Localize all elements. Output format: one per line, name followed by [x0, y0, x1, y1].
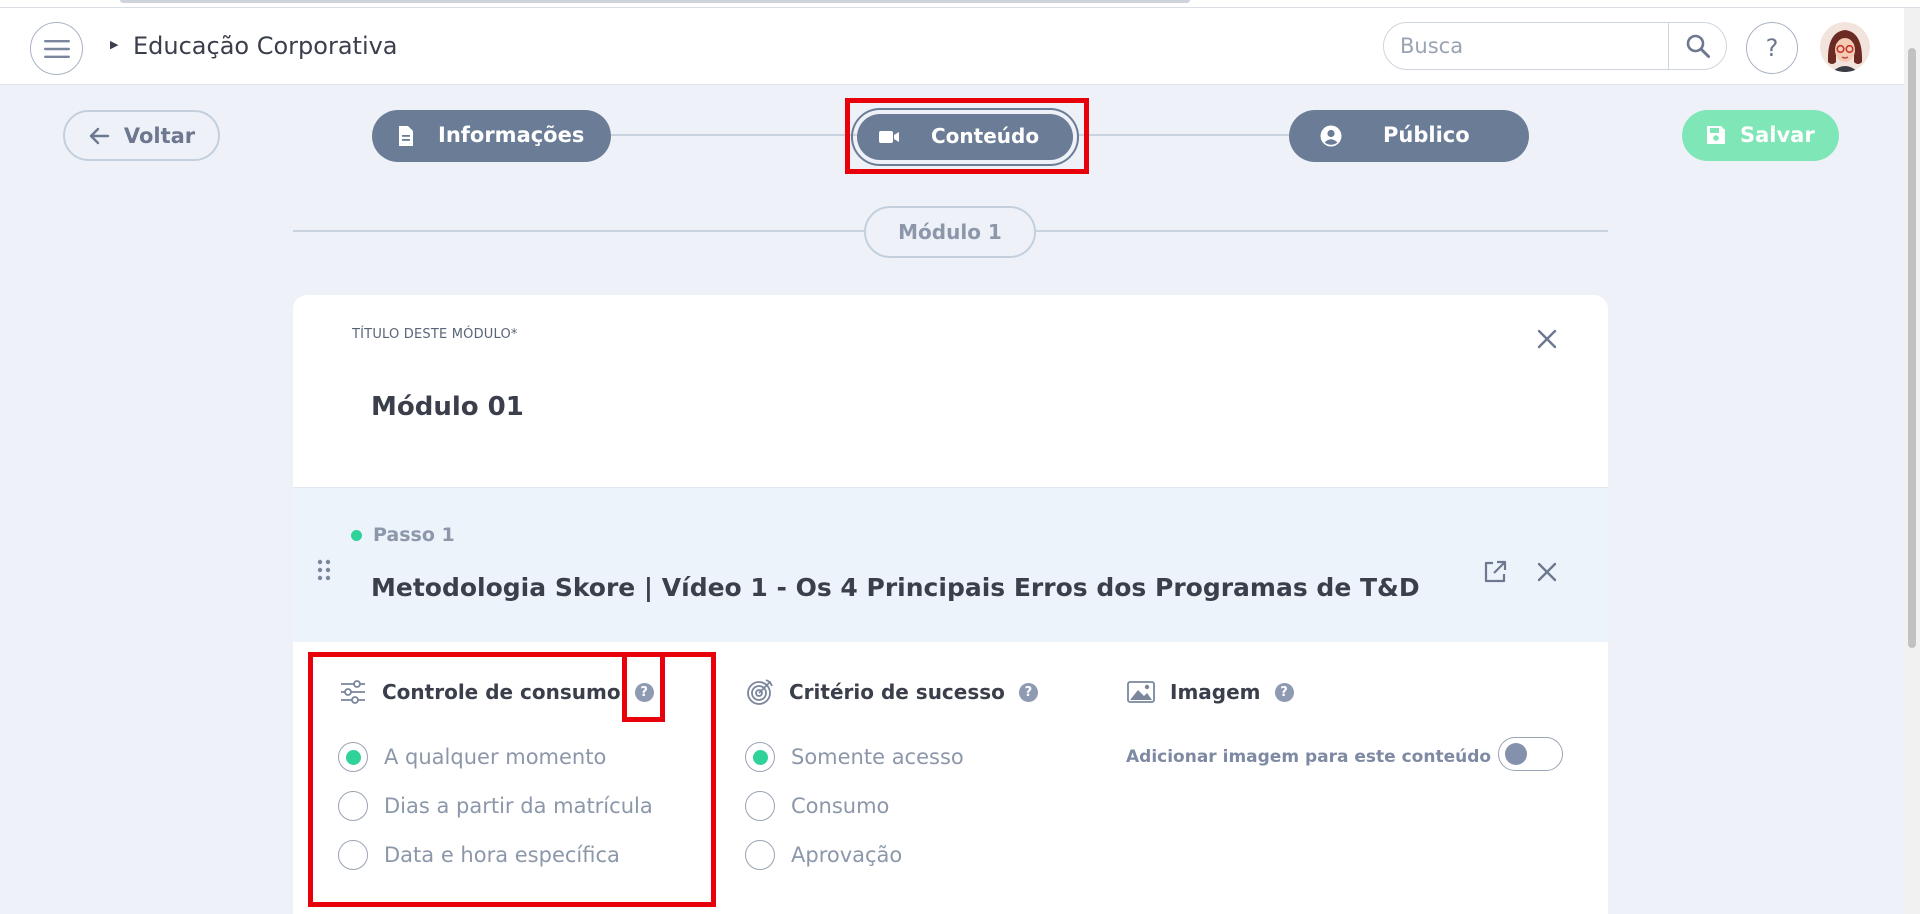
- radio-label: Data e hora específica: [384, 843, 620, 867]
- radio-label: Somente acesso: [791, 745, 964, 769]
- question-circle-icon[interactable]: ?: [634, 682, 654, 702]
- close-icon: [1537, 562, 1557, 582]
- radio-option-consumo[interactable]: Consumo: [745, 790, 889, 822]
- step-informacoes-label: Informações: [438, 123, 585, 147]
- image-toggle-label: Adicionar imagem para este conteúdo: [1126, 747, 1492, 767]
- drag-handle-icon[interactable]: [315, 558, 333, 582]
- radio-label: Consumo: [791, 794, 890, 818]
- scrollbar-thumb[interactable]: [1908, 48, 1916, 648]
- section-title: Imagem: [1170, 680, 1261, 704]
- radio-button[interactable]: [745, 791, 775, 821]
- close-icon: [1537, 329, 1557, 349]
- status-dot: [351, 530, 362, 541]
- image-toggle[interactable]: [1498, 737, 1563, 771]
- step-publico-button[interactable]: Público: [1289, 110, 1529, 162]
- window-top-strip: [0, 0, 1920, 8]
- section-header: Controle de consumo ?: [338, 675, 654, 709]
- radio-button[interactable]: [338, 791, 368, 821]
- close-module-button[interactable]: [1533, 325, 1561, 353]
- toggle-knob: [1505, 743, 1527, 765]
- radio-button[interactable]: [745, 742, 775, 772]
- radio-button[interactable]: [745, 840, 775, 870]
- save-button[interactable]: Salvar: [1682, 110, 1839, 161]
- step-row[interactable]: Passo 1 Metodologia Skore | Vídeo 1 - Os…: [293, 487, 1608, 642]
- step-connector: [1079, 134, 1289, 136]
- step-conteudo-label: Conteúdo: [931, 124, 1040, 148]
- radio-option-qualquer-momento[interactable]: A qualquer momento: [338, 741, 606, 773]
- sliders-icon: [341, 680, 365, 704]
- radio-label: A qualquer momento: [384, 745, 607, 769]
- avatar[interactable]: [1820, 22, 1870, 72]
- question-circle-icon[interactable]: ?: [1274, 682, 1294, 702]
- help-button[interactable]: ?: [1746, 22, 1798, 74]
- step-label: Passo 1: [373, 524, 455, 546]
- radio-option-aprovacao[interactable]: Aprovação: [745, 839, 902, 871]
- page-scrollbar[interactable]: [1904, 8, 1920, 914]
- back-label: Voltar: [123, 123, 196, 148]
- module-card: TÍTULO DESTE MÓDULO* Módulo 01 Passo 1 M…: [293, 295, 1608, 914]
- tab-strip-segment: [120, 0, 1190, 3]
- floppy-disk-icon: [1707, 126, 1725, 144]
- radio-button[interactable]: [338, 840, 368, 870]
- module-pill[interactable]: Módulo 1: [864, 206, 1036, 258]
- module-divider: [293, 230, 864, 232]
- section-header: Critério de sucesso ?: [745, 675, 1038, 709]
- search-input[interactable]: [1384, 23, 1669, 69]
- step-connector: [610, 134, 860, 136]
- video-camera-icon: [879, 131, 899, 143]
- section-title: Critério de sucesso: [789, 680, 1005, 704]
- radio-option-data-hora[interactable]: Data e hora específica: [338, 839, 620, 871]
- radio-option-somente-acesso[interactable]: Somente acesso: [745, 741, 964, 773]
- step-informacoes-button[interactable]: Informações: [372, 110, 611, 162]
- target-icon: [747, 679, 773, 705]
- app-header: ▶ Educação Corporativa ?: [0, 8, 1904, 85]
- module-pill-label: Módulo 1: [898, 220, 1002, 244]
- menu-button[interactable]: [30, 22, 83, 75]
- section-title: Controle de consumo: [382, 680, 621, 704]
- step-title: Metodologia Skore | Vídeo 1 - Os 4 Princ…: [371, 573, 1420, 602]
- search-icon: [1686, 34, 1710, 58]
- module-title-label: TÍTULO DESTE MÓDULO*: [352, 327, 518, 342]
- radio-button[interactable]: [338, 742, 368, 772]
- module-divider: [1036, 230, 1608, 232]
- radio-option-dias-matricula[interactable]: Dias a partir da matrícula: [338, 790, 653, 822]
- radio-label: Aprovação: [791, 843, 903, 867]
- document-icon: [399, 126, 413, 146]
- user-circle-icon: [1320, 125, 1342, 147]
- search-box: [1383, 22, 1727, 70]
- arrow-left-icon: [89, 127, 110, 144]
- hamburger-icon: [43, 39, 70, 58]
- avatar-icon: [1820, 22, 1870, 72]
- radio-label: Dias a partir da matrícula: [384, 794, 653, 818]
- step-conteudo-button[interactable]: Conteúdo: [857, 114, 1073, 160]
- module-title-value[interactable]: Módulo 01: [371, 392, 524, 422]
- section-imagem-header: Imagem ?: [1126, 675, 1294, 709]
- save-label: Salvar: [1740, 123, 1815, 147]
- search-button[interactable]: [1668, 23, 1726, 69]
- close-step-button[interactable]: [1533, 558, 1561, 586]
- image-icon: [1127, 681, 1155, 703]
- step-publico-label: Público: [1383, 123, 1470, 147]
- external-link-icon[interactable]: [1481, 558, 1509, 586]
- back-button[interactable]: Voltar: [63, 110, 220, 161]
- breadcrumb-arrow-icon: ▶: [110, 38, 119, 51]
- app-title: Educação Corporativa: [133, 32, 398, 60]
- question-circle-icon[interactable]: ?: [1018, 682, 1038, 702]
- help-label: ?: [1765, 34, 1779, 62]
